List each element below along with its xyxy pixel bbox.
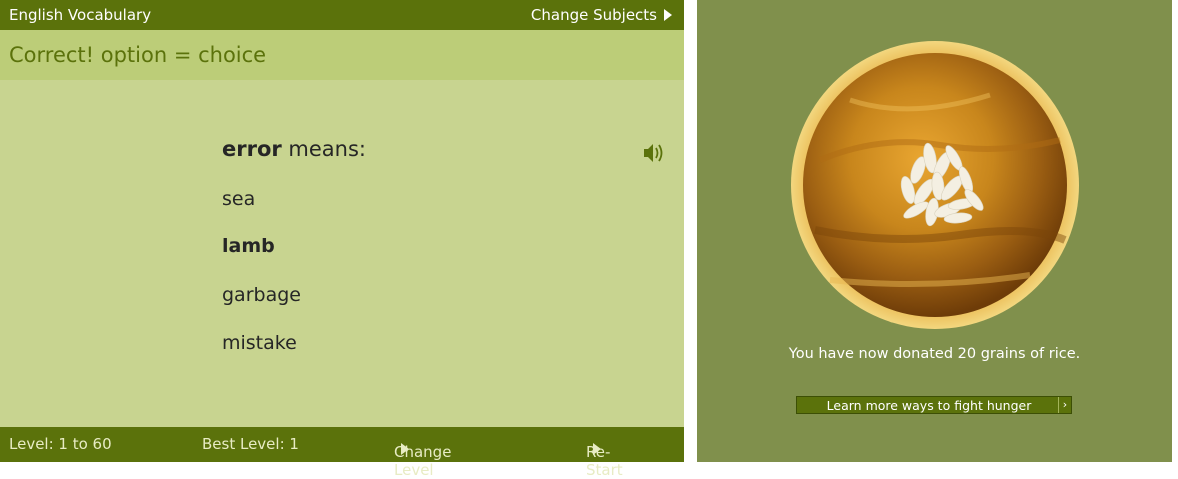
change-subjects-label: Change Subjects xyxy=(530,6,657,24)
best-level: Best Level: 1 xyxy=(202,435,299,453)
quiz-panel: English Vocabulary Change Subjects Corre… xyxy=(0,0,684,479)
answer-option[interactable]: garbage xyxy=(222,284,301,306)
question-prompt: error means: xyxy=(222,137,366,161)
triangle-right-icon xyxy=(401,443,409,455)
answer-option[interactable]: mistake xyxy=(222,332,297,354)
feedback-text: Correct! option = choice xyxy=(9,43,267,67)
answer-option[interactable]: lamb xyxy=(222,235,275,257)
question-word: error xyxy=(222,137,282,161)
triangle-right-icon xyxy=(664,9,672,21)
quiz-footer: Level: 1 to 60 Best Level: 1 Change Leve… xyxy=(0,427,684,479)
learn-more-button[interactable]: Learn more ways to fight hunger › xyxy=(796,396,1072,414)
subject-title: English Vocabulary xyxy=(9,6,152,24)
speaker-icon[interactable] xyxy=(642,142,666,168)
level-range: Level: 1 to 60 xyxy=(9,435,112,453)
chevron-right-icon: › xyxy=(1058,397,1071,413)
question-suffix: means: xyxy=(281,137,366,161)
change-subjects-link[interactable]: Change Subjects xyxy=(531,6,672,24)
learn-more-label: Learn more ways to fight hunger xyxy=(826,398,1032,413)
feedback-bar: Correct! option = choice xyxy=(0,30,684,80)
rice-bowl-image xyxy=(790,40,1080,334)
answer-option[interactable]: sea xyxy=(222,188,255,210)
restart-label: Re-Start xyxy=(586,443,623,479)
donation-message: You have now donated 20 grains of rice. xyxy=(788,346,1081,362)
donation-panel: You have now donated 20 grains of rice. … xyxy=(697,0,1172,462)
quiz-header: English Vocabulary Change Subjects xyxy=(0,0,684,30)
triangle-right-icon xyxy=(593,443,601,455)
